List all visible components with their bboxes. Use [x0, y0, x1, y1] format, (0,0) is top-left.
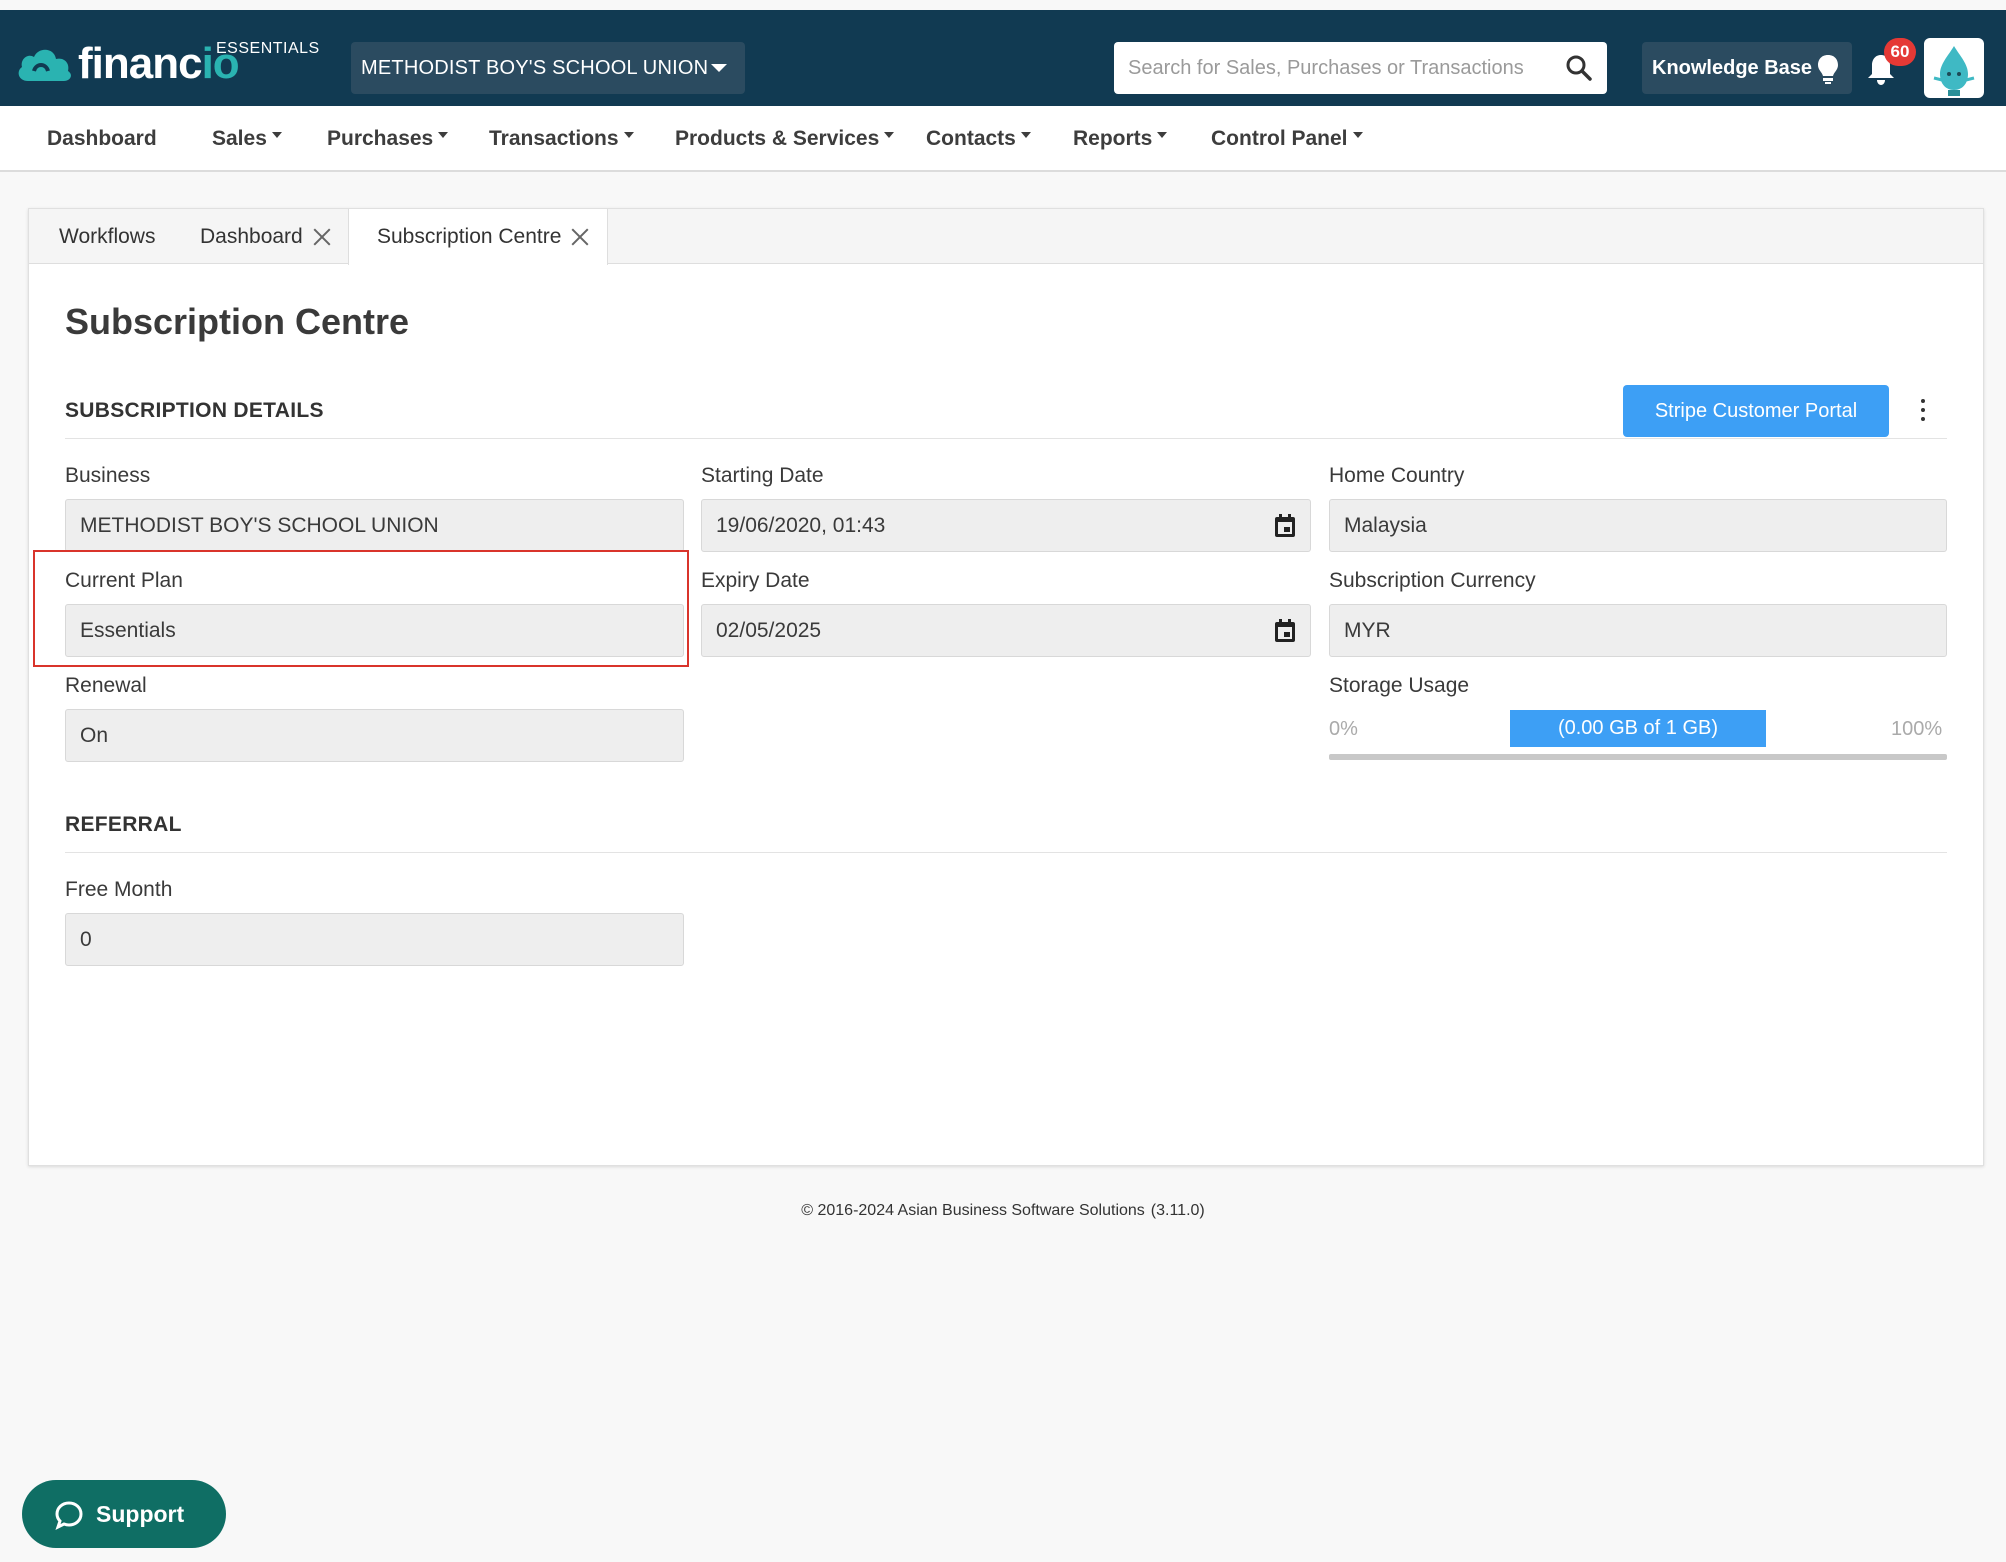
financio-logo[interactable]: financio	[14, 36, 240, 92]
caret-down-icon	[1352, 132, 1363, 138]
nav-products-services[interactable]: Products & Services	[675, 106, 895, 172]
subscription-currency-label: Subscription Currency	[1329, 569, 1536, 592]
copyright-text: © 2016-2024 Asian Business Software Solu…	[801, 1202, 1145, 1219]
storage-usage-indicator: (0.00 GB of 1 GB)	[1510, 710, 1766, 747]
business-selector-label: METHODIST BOY'S SCHOOL UNION	[361, 56, 709, 79]
referral-heading: REFERRAL	[65, 813, 182, 836]
page-footer: © 2016-2024 Asian Business Software Solu…	[0, 1202, 2006, 1220]
support-label: Support	[96, 1500, 185, 1527]
expiry-date-label: Expiry Date	[701, 569, 810, 592]
nav-dashboard[interactable]: Dashboard	[47, 106, 157, 172]
subscription-details-heading: SUBSCRIPTION DETAILS	[65, 399, 324, 422]
storage-progress-track	[1329, 754, 1947, 760]
knowledge-base-label: Knowledge Base	[1652, 56, 1813, 79]
main-nav: Dashboard Sales Purchases Transactions P…	[0, 106, 2006, 172]
free-month-label: Free Month	[65, 878, 173, 901]
search-icon[interactable]	[1565, 54, 1593, 82]
renewal-label: Renewal	[65, 674, 147, 697]
home-country-field[interactable]: Malaysia	[1329, 499, 1947, 552]
calendar-icon[interactable]	[1274, 514, 1296, 538]
knowledge-base-button[interactable]: Knowledge Base	[1642, 42, 1852, 94]
nav-contacts[interactable]: Contacts	[926, 106, 1031, 172]
caret-down-icon	[623, 132, 634, 138]
version-text: (3.11.0)	[1150, 1202, 1205, 1219]
caret-down-icon	[438, 132, 449, 138]
starting-date-field[interactable]: 19/06/2020, 01:43	[701, 499, 1311, 552]
business-selector[interactable]: METHODIST BOY'S SCHOOL UNION	[351, 42, 745, 94]
top-header: financio ESSENTIALS METHODIST BOY'S SCHO…	[0, 10, 2006, 106]
content-panel: Workflows Dashboard Subscription Centre …	[28, 208, 1984, 1166]
top-strip	[0, 0, 2006, 10]
expiry-date-field[interactable]: 02/05/2025	[701, 604, 1311, 657]
stripe-customer-portal-button[interactable]: Stripe Customer Portal	[1623, 385, 1889, 437]
section-divider	[65, 438, 1947, 439]
page-title: Subscription Centre	[65, 301, 410, 342]
home-country-label: Home Country	[1329, 464, 1465, 487]
business-field[interactable]: METHODIST BOY'S SCHOOL UNION	[65, 499, 684, 552]
droplet-mascot-icon	[1933, 46, 1975, 96]
free-month-field[interactable]: 0	[65, 913, 684, 966]
search-input[interactable]	[1128, 42, 1548, 94]
tab-subscription-centre[interactable]: Subscription Centre	[348, 209, 608, 265]
lightbulb-icon	[1818, 55, 1838, 84]
subscription-currency-field[interactable]: MYR	[1329, 604, 1947, 657]
edition-label: ESSENTIALS	[216, 40, 320, 57]
section-divider	[65, 852, 1947, 853]
more-options-icon[interactable]	[1911, 399, 1935, 425]
storage-usage-label: Storage Usage	[1329, 674, 1470, 697]
storage-min-label: 0%	[1329, 718, 1358, 740]
current-plan-field[interactable]: Essentials	[65, 604, 684, 657]
nav-purchases[interactable]: Purchases	[327, 106, 449, 172]
calendar-icon[interactable]	[1274, 619, 1296, 643]
close-icon[interactable]	[571, 228, 589, 246]
chat-bubble-icon	[55, 1501, 83, 1530]
current-plan-label: Current Plan	[65, 569, 183, 592]
nav-control-panel[interactable]: Control Panel	[1211, 106, 1363, 172]
tab-workflows[interactable]: Workflows	[59, 209, 155, 264]
caret-down-icon	[271, 132, 282, 138]
support-button[interactable]: Support	[22, 1480, 226, 1548]
renewal-field[interactable]: On	[65, 709, 684, 762]
tab-strip: Workflows Dashboard Subscription Centre	[29, 209, 1983, 265]
cloud-logo-icon	[18, 49, 71, 81]
caret-down-icon	[884, 132, 895, 138]
user-avatar[interactable]	[1924, 38, 1984, 98]
close-icon[interactable]	[313, 228, 331, 246]
tab-dashboard[interactable]: Dashboard	[200, 209, 331, 264]
starting-date-label: Starting Date	[701, 464, 824, 487]
logo-wordmark: financio	[78, 39, 240, 88]
global-search	[1114, 42, 1607, 94]
caret-down-icon	[1020, 132, 1031, 138]
caret-down-icon	[711, 64, 727, 72]
notification-badge: 60	[1884, 38, 1916, 66]
business-label: Business	[65, 464, 151, 487]
nav-reports[interactable]: Reports	[1073, 106, 1168, 172]
nav-sales[interactable]: Sales	[212, 106, 282, 172]
storage-max-label: 100%	[1891, 718, 1943, 740]
nav-transactions[interactable]: Transactions	[489, 106, 634, 172]
caret-down-icon	[1157, 132, 1168, 138]
